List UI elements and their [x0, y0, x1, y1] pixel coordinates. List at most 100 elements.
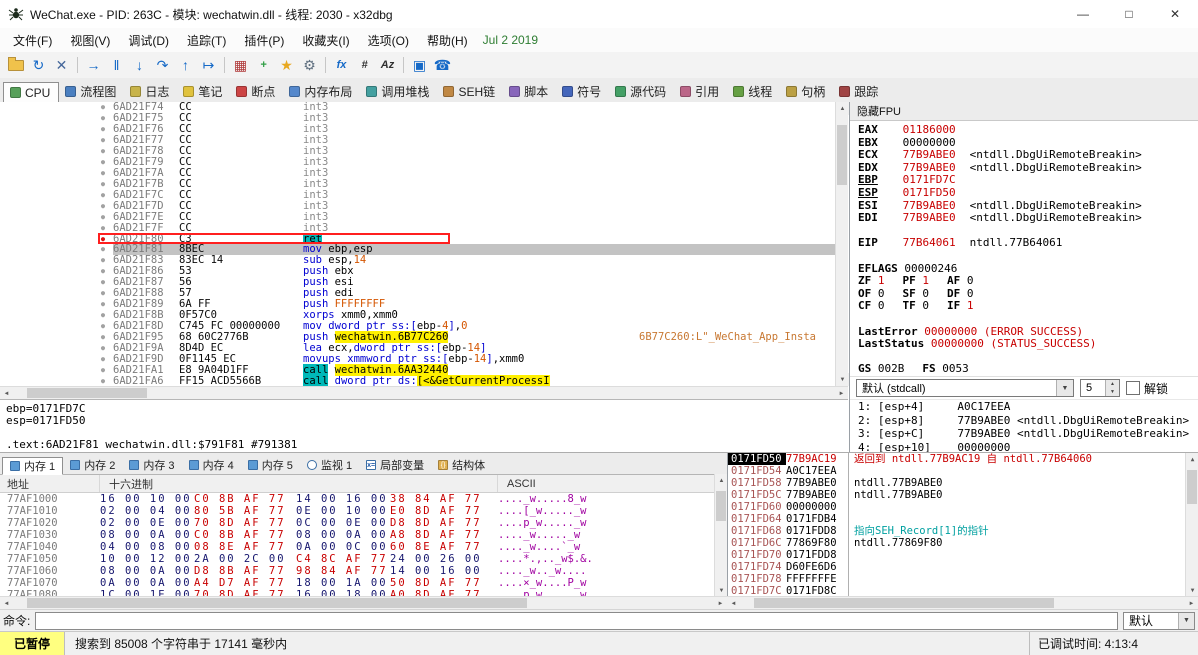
dump-vertical-scrollbar[interactable]: ▲ ▼: [714, 474, 727, 597]
dump-row[interactable]: 77AF103008 00 0A 00C0 8B AF 7708 00 0A 0…: [0, 529, 727, 541]
disasm-row[interactable]: ●6AD21F8B0F57C0xorps xmm0,xmm0: [0, 310, 835, 321]
flags-row[interactable]: CF 0TF 0IF 1: [858, 299, 1198, 312]
scroll-down-arrow[interactable]: ▼: [836, 373, 849, 386]
stack-row[interactable]: 0171FD5C77B9ABE0ntdll.77B9ABE0: [728, 489, 1198, 501]
disasm-row[interactable]: ●6AD21F78CCint3: [0, 146, 835, 157]
tab-symbols[interactable]: 符号: [556, 81, 609, 102]
scroll-up-arrow[interactable]: ▲: [1186, 453, 1198, 466]
breakpoint-dot[interactable]: ●: [93, 147, 113, 155]
breakpoint-dot[interactable]: ●: [93, 191, 113, 199]
stack-row[interactable]: 0171FD6C77869F80ntdll.77869F80: [728, 537, 1198, 549]
breakpoint-dot[interactable]: ●: [93, 245, 113, 253]
disasm-row[interactable]: ●6AD21F76CCint3: [0, 124, 835, 135]
tab-seh-chain[interactable]: SEH链: [437, 81, 503, 102]
stack-row[interactable]: 0171FD680171FDD8指向SEH_Record[1]的指针: [728, 525, 1198, 537]
breakpoint-dot[interactable]: ●: [93, 213, 113, 221]
dump-tab-memory-4[interactable]: 内存 4: [182, 456, 241, 474]
tab-notes[interactable]: 笔记: [177, 81, 230, 102]
disasm-row[interactable]: ●6AD21F8DC745 FC 00000000mov dword ptr s…: [0, 320, 835, 331]
dump-row[interactable]: 77AF106008 00 0A 00D8 8B AF 7798 84 AF 7…: [0, 565, 727, 577]
flags-row[interactable]: GS 002BFS 0053: [858, 362, 1198, 375]
flags-row[interactable]: OF 0SF 0DF 0: [858, 287, 1198, 300]
disasm-row[interactable]: ●6AD21F9A8D4D EClea ecx,dword ptr ss:[eb…: [0, 342, 835, 353]
disasm-row[interactable]: ●6AD21F9D0F1145 ECmovups xmmword ptr ss:…: [0, 353, 835, 364]
stack-row[interactable]: 0171FD5877B9ABE0ntdll.77B9ABE0: [728, 477, 1198, 489]
breakpoint-dot[interactable]: ●: [93, 311, 113, 319]
restart-button[interactable]: ↻: [27, 55, 50, 76]
dump-tab-locals[interactable]: x=局部变量: [359, 456, 431, 474]
command-input[interactable]: [35, 612, 1118, 630]
breakpoint-dot[interactable]: ●: [93, 322, 113, 330]
chevron-down-icon[interactable]: ▼: [1056, 380, 1073, 396]
register-row[interactable]: EBP 0171FD7C: [858, 173, 1198, 186]
argument-row[interactable]: 2: [esp+8] 77B9ABE0 <ntdll.DbgUiRemoteBr…: [858, 414, 1198, 428]
argument-row[interactable]: 1: [esp+4] A0C17EEA: [858, 400, 1198, 414]
disasm-row[interactable]: ●6AD21F818BECmov ebp,esp: [0, 244, 835, 255]
entropy-button[interactable]: #: [353, 55, 376, 76]
scroll-track[interactable]: [13, 597, 714, 609]
register-row[interactable]: EAX 01186000: [858, 123, 1198, 136]
menu-trace[interactable]: 追踪(T): [178, 29, 235, 52]
tab-memory-map[interactable]: 内存布局: [283, 81, 360, 102]
disasm-row[interactable]: ●6AD21F74CCint3: [0, 102, 835, 113]
spin-down-icon[interactable]: ▼: [1106, 388, 1119, 396]
maximize-button[interactable]: □: [1106, 0, 1152, 28]
register-row[interactable]: EDI 77B9ABE0<ntdll.DbgUiRemoteBreakin>: [858, 211, 1198, 224]
stack-row[interactable]: 0171FD6000000000: [728, 501, 1198, 513]
breakpoint-dot[interactable]: ●: [93, 377, 113, 385]
tab-graph[interactable]: 流程图: [59, 81, 124, 102]
breakpoint-dot[interactable]: ●: [93, 344, 113, 352]
argument-row[interactable]: 3: [esp+C] 77B9ABE0 <ntdll.DbgUiRemoteBr…: [858, 427, 1198, 441]
breakpoint-dot[interactable]: ●: [93, 366, 113, 374]
scroll-track[interactable]: [13, 387, 835, 399]
tab-log[interactable]: 日志: [124, 81, 177, 102]
calling-convention-select[interactable]: 默认 (stdcall) ▼: [856, 379, 1074, 397]
scroll-track[interactable]: [715, 487, 727, 584]
menu-plugins[interactable]: 插件(P): [235, 29, 293, 52]
menu-help[interactable]: 帮助(H): [418, 29, 477, 52]
scroll-thumb[interactable]: [27, 388, 147, 398]
breakpoint-dot[interactable]: ●: [93, 267, 113, 275]
stack-row[interactable]: 0171FD700171FDD8: [728, 549, 1198, 561]
patches-button[interactable]: +: [252, 55, 275, 76]
open-file-button[interactable]: [4, 55, 27, 76]
stack-row[interactable]: 0171FD54A0C17EEA: [728, 465, 1198, 477]
disasm-row[interactable]: ●6AD21F9568 60C2776Bpush wechatwin.6B77C…: [0, 331, 835, 342]
disasm-row[interactable]: ●6AD21F8653push ebx: [0, 266, 835, 277]
tab-script[interactable]: 脚本: [503, 81, 556, 102]
command-profile-select[interactable]: 默认 ▼: [1123, 612, 1195, 630]
scroll-thumb[interactable]: [754, 598, 1054, 608]
breakpoint-dot[interactable]: ●: [93, 114, 113, 122]
register-row[interactable]: EFLAGS 00000246: [858, 262, 1198, 275]
stack-vertical-scrollbar[interactable]: ▲ ▼: [1185, 453, 1198, 597]
memory-window-button[interactable]: ▣: [408, 55, 431, 76]
register-row[interactable]: EBX 00000000: [858, 136, 1198, 149]
breakpoint-dot[interactable]: ●: [93, 180, 113, 188]
breakpoint-dot[interactable]: ●: [93, 355, 113, 363]
register-row[interactable]: ESP 0171FD50: [858, 186, 1198, 199]
checkbox-icon[interactable]: [1126, 381, 1140, 395]
stack-horizontal-scrollbar[interactable]: ◄ ►: [727, 596, 1198, 609]
disasm-row[interactable]: ●6AD21F8857push edi: [0, 288, 835, 299]
dump-row[interactable]: 77AF101002 00 04 0080 5B AF 770E 00 10 0…: [0, 505, 727, 517]
tab-cpu[interactable]: CPU: [3, 82, 59, 103]
dump-row[interactable]: 77AF100016 00 10 00C0 8B AF 7714 00 16 0…: [0, 493, 727, 505]
menu-debug[interactable]: 调试(D): [119, 29, 178, 52]
register-row[interactable]: ESI 77B9ABE0<ntdll.DbgUiRemoteBreakin>: [858, 199, 1198, 212]
strings-search-button[interactable]: Az: [376, 55, 399, 76]
stack-row[interactable]: 0171FD5077B9AC19返回到 ntdll.77B9AC19 自 ntd…: [728, 453, 1198, 465]
spinner-arrows[interactable]: ▲▼: [1105, 380, 1119, 396]
hide-fpu-button[interactable]: 隐藏FPU: [850, 102, 1198, 121]
menu-options[interactable]: 选项(O): [359, 29, 418, 52]
dump-horizontal-scrollbar[interactable]: ◄ ►: [0, 596, 727, 609]
stack-row[interactable]: 0171FD74D60FE6D6: [728, 561, 1198, 573]
breakpoint-dot[interactable]: ●: [93, 289, 113, 297]
register-row[interactable]: ECX 77B9ABE0<ntdll.DbgUiRemoteBreakin>: [858, 148, 1198, 161]
register-row[interactable]: EDX 77B9ABE0<ntdll.DbgUiRemoteBreakin>: [858, 161, 1198, 174]
menu-file[interactable]: 文件(F): [4, 29, 61, 52]
tab-trace[interactable]: 跟踪: [833, 81, 886, 102]
breakpoint-dot[interactable]: ●: [93, 103, 113, 111]
close-debuggee-button[interactable]: ✕: [50, 55, 73, 76]
disasm-row[interactable]: ●6AD21FA6FF15 ACD5566Bcall dword ptr ds:…: [0, 375, 835, 386]
scroll-track[interactable]: [836, 115, 848, 373]
